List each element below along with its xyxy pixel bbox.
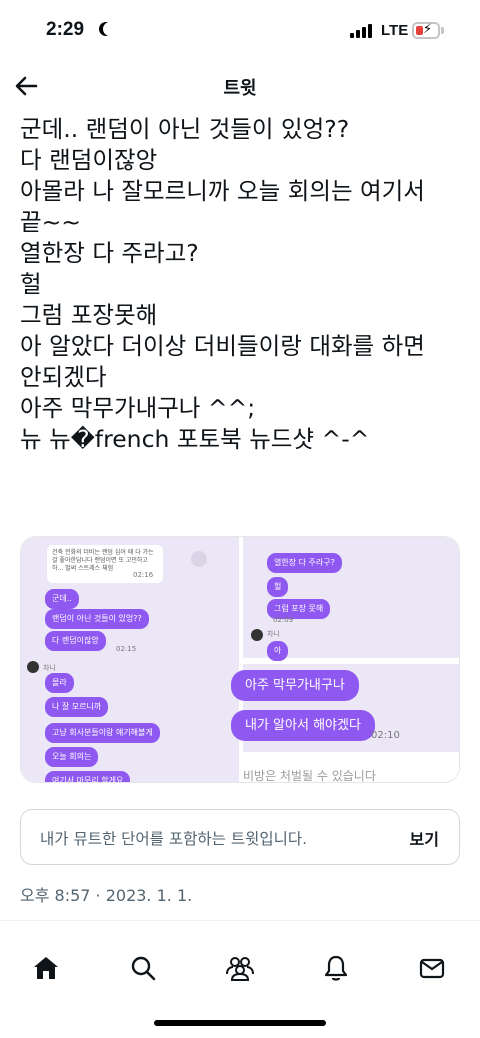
tweet-line: 군데.. 랜덤이 아닌 것들이 있엉?? [20,115,350,143]
status-time: 2:29 [46,19,85,40]
tweet-media[interactable]: 건축 전화의 더비는 랜덤 심어 때 다 가는걸 좋아한답니다 랜덤이면 또 고… [20,536,460,783]
divider [0,920,480,921]
page-title: 트윗 [223,78,257,99]
tweet-text: 군데.. 랜덤이 아닌 것들이 있엉?? 다 랜덤이잖앙 아몰라 나 잘모르니까… [20,114,460,455]
chat-bubble: 헐 [267,577,289,597]
moon-icon [103,22,117,36]
nav-notifications[interactable] [316,948,356,988]
muted-notice-text: 내가 뮤트한 단어를 포함하는 트윗입니다. [40,830,308,848]
avatar [27,661,39,673]
chat-bubble: 고냥 회사분들이랑 얘기해볼게 [45,723,160,743]
battery-icon: ⚡ [412,22,440,39]
chat-bubble-large: 내가 알아서 해야겠다 [231,710,375,741]
tweet-line: 다 랜덤이잖앙 [20,146,158,174]
chat-name: 차니 [43,664,56,672]
media-image-right[interactable]: 열한장 다 주라구? 헐 그럼 포장 못해 02:09 차니 아 아주 막무가내… [231,537,459,782]
chat-time: 02:10 [371,730,400,741]
view-button[interactable]: 보기 [410,826,439,850]
nav-messages[interactable] [412,948,452,988]
chat-bubble: 오늘 회의는 [45,747,99,767]
chat-time: 02:16 [133,571,154,579]
header: 트윗 [0,62,480,110]
chat-time: 02:15 [116,645,137,653]
messages-icon [419,958,445,979]
download-icon [191,551,207,567]
chat-bubble: 랜덤이 아닌 것들이 있엉?? [45,609,149,629]
nav-communities[interactable] [220,948,260,988]
tweet-line: 아주 막무가내구나 ^^; [20,394,256,422]
tweet-line: 안되겠다 [20,363,107,391]
chat-name: 차니 [267,630,280,638]
chat-bubble: 여기서 마무리 할게요 [45,771,131,782]
signal-icon [350,24,376,38]
network-label: LTE [381,22,409,39]
chat-bubble: 군데.. [45,589,79,609]
chat-bubble: 아 [267,641,289,661]
tweet-line: 아 알았다 더이상 더비들이랑 대화를 하면 [20,332,425,360]
media-caption: 비방은 처벌될 수 있습니다 [243,769,376,783]
chat-panel-mid: 아주 막무가내구나 내가 알아서 해야겠다 02:10 [231,664,459,752]
tweet-line: 헐 [20,270,42,298]
home-indicator[interactable] [154,1020,326,1026]
nav-home[interactable] [26,948,66,988]
tweet-timestamp: 오후 8:57 · 2023. 1. 1. [20,886,193,905]
chat-bubble: 열한장 다 주라구? [267,553,342,573]
chat-time: 02:09 [273,616,294,624]
chat-bubble: 다 랜덤이잖앙 [45,631,106,651]
notifications-icon [324,955,348,981]
tweet-line: 끝~~ [20,208,82,236]
battery-tip [441,27,444,34]
muted-notice: 내가 뮤트한 단어를 포함하는 트윗입니다. 보기 [20,809,460,865]
media-image-left[interactable]: 건축 전화의 더비는 랜덤 심어 때 다 가는걸 좋아한답니다 랜덤이면 또 고… [21,537,239,782]
tweet-line: 열한장 다 주라고? [20,239,199,267]
chat-panel-top: 열한장 다 주라구? 헐 그럼 포장 못해 02:09 차니 아 [243,537,459,661]
search-icon [131,956,156,981]
chat-bubble-large: 아주 막무가내구나 [231,670,359,701]
tweet-line: 아몰라 나 잘모르니까 오늘 회의는 여기서 [20,177,425,205]
communities-icon [226,957,254,981]
bottom-nav [0,940,480,996]
chat-bubble: 나 잘 모르니까 [45,697,109,717]
nav-search[interactable] [123,948,163,988]
chat-bubble: 몰라 [45,673,74,693]
home-icon [34,957,58,979]
avatar [251,629,263,641]
status-bar: 2:29 LTE ⚡ [0,0,480,62]
tweet-line: 그럼 포장못해 [20,301,158,329]
tweet-line: 뉴 뉴�french 포토북 뉴드샷 ^-^ [20,425,370,453]
